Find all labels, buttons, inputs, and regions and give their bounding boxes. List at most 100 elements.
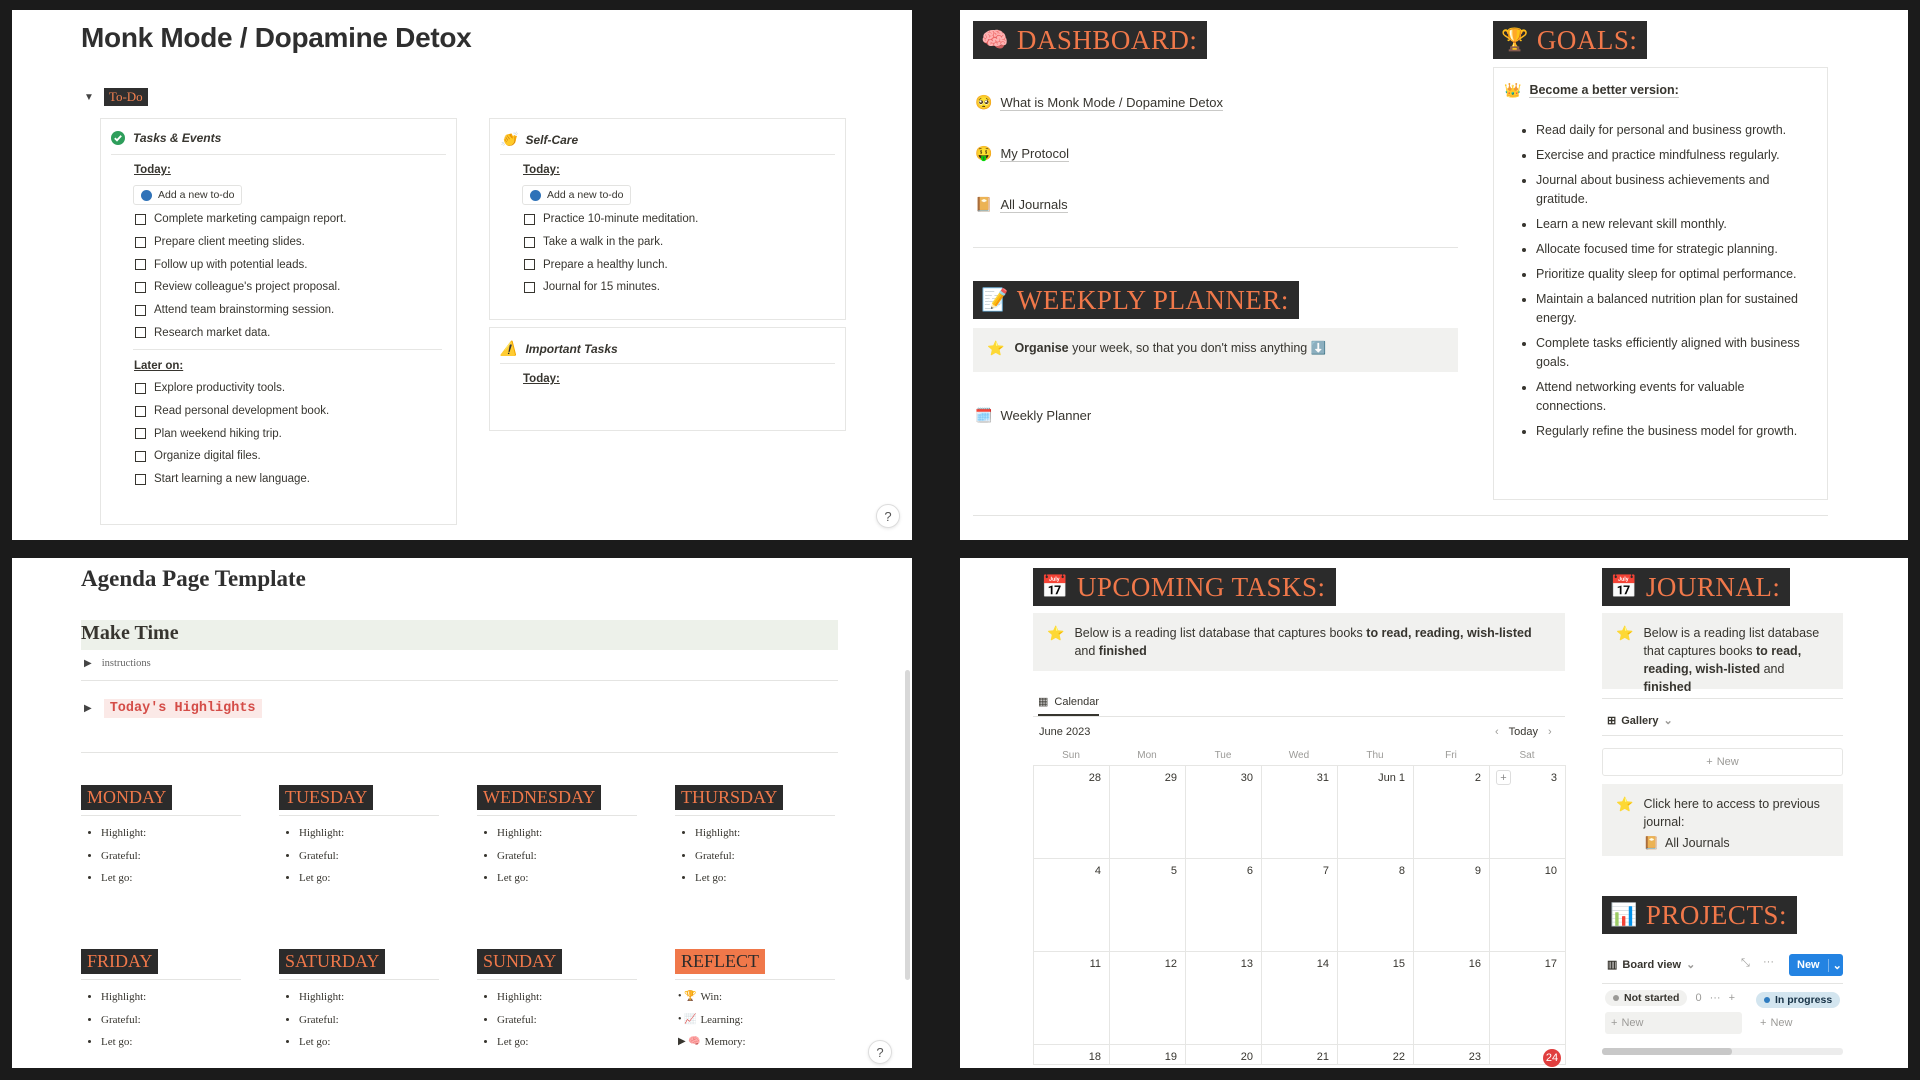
chevron-right-icon[interactable]: ›: [1548, 726, 1552, 738]
toggle-triangle-icon[interactable]: ▶: [84, 703, 92, 714]
calendar-day-cell[interactable]: 5: [1110, 859, 1186, 952]
calendar-day-cell[interactable]: 17: [1490, 952, 1566, 1045]
calendar-day-cell[interactable]: 10: [1490, 859, 1566, 952]
board-view-button[interactable]: ▥ Board view ⌄: [1607, 958, 1695, 972]
todo-item: Journal for 15 minutes.: [524, 276, 698, 299]
selfcare-card-title: 👏 Self-Care: [500, 131, 579, 147]
day-prompt: Highlight:: [299, 986, 344, 1009]
checkbox[interactable]: [135, 382, 146, 394]
checkbox[interactable]: [135, 304, 146, 316]
link-my-protocol[interactable]: 🤑 My Protocol: [975, 145, 1070, 162]
checkbox[interactable]: [135, 281, 146, 293]
divider: [973, 515, 1828, 516]
horizontal-scrollbar[interactable]: [1602, 1048, 1843, 1055]
calendar-day-cell[interactable]: 20: [1186, 1045, 1262, 1065]
add-event-icon[interactable]: +: [1496, 770, 1511, 785]
checkbox[interactable]: [135, 473, 146, 485]
calendar-day-cell[interactable]: 6: [1186, 859, 1262, 952]
calendar-day-cell[interactable]: Jun 1: [1338, 766, 1414, 859]
day-number: 10: [1544, 865, 1557, 877]
calendar-day-cell[interactable]: 18: [1034, 1045, 1110, 1065]
expand-icon[interactable]: ⤡: [1741, 957, 1750, 970]
chevron-down-icon[interactable]: ⌄: [1827, 958, 1846, 972]
checkbox[interactable]: [524, 236, 535, 248]
calendar-day-cell[interactable]: 8: [1338, 859, 1414, 952]
new-journal-button[interactable]: + New: [1602, 748, 1843, 776]
new-card-button[interactable]: + New: [1605, 1012, 1742, 1034]
day-prompt: Let go:: [497, 867, 542, 890]
goal-item: Allocate focused time for strategic plan…: [1536, 240, 1818, 259]
calendar-day-cell[interactable]: 7: [1262, 859, 1338, 952]
calendar-day-cell[interactable]: 11: [1034, 952, 1110, 1045]
calendar-day-cell[interactable]: 12: [1110, 952, 1186, 1045]
checkbox[interactable]: [135, 213, 146, 225]
todo-toggle[interactable]: ▼ To-Do: [84, 88, 148, 106]
calendar-day-cell[interactable]: 4: [1034, 859, 1110, 952]
star-icon: ⭐: [987, 340, 1005, 356]
divider: [279, 815, 439, 816]
link-all-journals[interactable]: 📔 All Journals: [975, 196, 1068, 213]
checkbox[interactable]: [135, 450, 146, 462]
divider: [81, 979, 241, 980]
calendar-day-cell[interactable]: 15: [1338, 952, 1414, 1045]
more-icon[interactable]: ···: [1710, 992, 1721, 1004]
tab-calendar[interactable]: ▦ Calendar: [1038, 695, 1100, 716]
goals-banner: 🏆 GOALS:: [1493, 21, 1648, 59]
add-todo-button[interactable]: Add a new to-do: [522, 185, 632, 205]
checkbox[interactable]: [135, 236, 146, 248]
help-button[interactable]: ?: [876, 504, 900, 528]
day-number: 20: [1240, 1051, 1253, 1063]
calendar-day-cell[interactable]: 19: [1110, 1045, 1186, 1065]
calendar-day-cell[interactable]: 21: [1262, 1045, 1338, 1065]
calendar-day-cell[interactable]: 22: [1338, 1045, 1414, 1065]
today-button[interactable]: Today: [1509, 726, 1538, 738]
checkbox[interactable]: [524, 213, 535, 225]
instructions-toggle[interactable]: ▶ instructions: [84, 658, 151, 669]
scrollbar[interactable]: [905, 670, 910, 980]
help-button[interactable]: ?: [868, 1040, 892, 1064]
checkbox[interactable]: [135, 428, 146, 440]
plus-icon[interactable]: +: [1729, 992, 1735, 1004]
link-weekly-planner[interactable]: 🗓️ Weekly Planner: [975, 407, 1091, 424]
calendar-day-cell[interactable]: 16: [1414, 952, 1490, 1045]
highlights-toggle[interactable]: ▶ Today's Highlights: [84, 699, 262, 718]
calendar-day-cell[interactable]: 29: [1110, 766, 1186, 859]
self-care-card: 👏 Self-Care Today: Add a new to-do Pract…: [489, 118, 846, 320]
day-number: 8: [1398, 865, 1405, 877]
calendar-day-cell[interactable]: 31: [1262, 766, 1338, 859]
calendar-day-cell[interactable]: 2: [1414, 766, 1490, 859]
checkbox[interactable]: [135, 259, 146, 271]
add-todo-button[interactable]: Add a new to-do: [133, 185, 243, 205]
upcoming-callout: ⭐ Below is a reading list database that …: [1033, 613, 1565, 671]
new-project-button[interactable]: New ⌄: [1789, 954, 1843, 976]
todo-item: Prepare a healthy lunch.: [524, 253, 698, 276]
checkbox[interactable]: [135, 405, 146, 417]
day-prompts-list: Highlight:Grateful:Let go:: [675, 822, 740, 890]
day-prompt: Grateful:: [497, 845, 542, 868]
toggle-triangle-icon[interactable]: ▶: [84, 658, 92, 669]
divider: [500, 363, 835, 364]
chevron-left-icon[interactable]: ‹: [1495, 726, 1499, 738]
checkbox[interactable]: [524, 259, 535, 271]
toggle-triangle-icon[interactable]: ▼: [84, 92, 94, 103]
calendar-day-cell[interactable]: 23: [1414, 1045, 1490, 1065]
calendar-day-cell[interactable]: 28: [1034, 766, 1110, 859]
journal-access-callout: ⭐ Click here to access to previous journ…: [1602, 784, 1843, 856]
calendar-day-cell[interactable]: 24: [1490, 1045, 1566, 1067]
calendar-day-cell[interactable]: 14: [1262, 952, 1338, 1045]
link-all-journals[interactable]: 📔 All Journals: [1643, 834, 1729, 852]
divider: [973, 247, 1458, 248]
divider: [81, 752, 838, 753]
calendar-day-cell[interactable]: 9: [1414, 859, 1490, 952]
todo-item: Take a walk in the park.: [524, 231, 698, 254]
checkbox[interactable]: [135, 327, 146, 339]
calendar-day-cell[interactable]: 3 +: [1490, 766, 1566, 859]
day-number: 23: [1468, 1051, 1481, 1063]
new-card-button[interactable]: + New: [1756, 1012, 1792, 1034]
checkbox[interactable]: [524, 281, 535, 293]
more-icon[interactable]: ···: [1763, 956, 1774, 968]
calendar-day-cell[interactable]: 13: [1186, 952, 1262, 1045]
calendar-day-cell[interactable]: 30: [1186, 766, 1262, 859]
gallery-view-button[interactable]: ⊞ Gallery ⌄: [1607, 714, 1673, 728]
link-what-is-monk-mode[interactable]: 🥺 What is Monk Mode / Dopamine Detox: [975, 94, 1223, 111]
